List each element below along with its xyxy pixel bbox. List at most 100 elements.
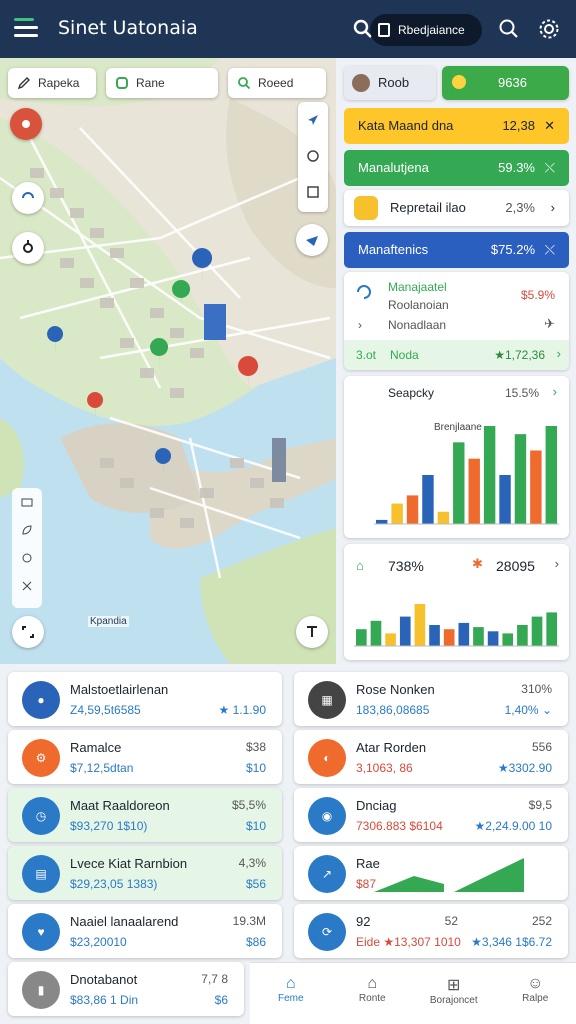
manage-footer-mid: Noda [390,348,419,362]
bar [487,631,499,646]
gauge-icon: ◐ [308,739,346,777]
tile-right-bottom: ★ 1.1.90 [218,703,266,717]
map-mode-button[interactable] [296,616,328,648]
tile-10[interactable]: ▮ Dnotabanot 7,7 8 $83,86 1 Din $6 [8,962,244,1016]
bar-chart-card-1: Seapcky 15.5% › Brenjlaane [344,376,569,538]
arrow-icon [306,236,318,246]
account-pill[interactable]: Rbedjaiance [370,14,482,46]
tile-9[interactable]: ⟳ 92 252 52 Eide ★13,307 1010 ★3,346 1$6.72 [294,904,568,958]
chevron-right-icon[interactable]: › [557,346,561,361]
home-icon: ⌂ [356,558,364,573]
camera-icon[interactable] [12,488,42,516]
nav-route[interactable]: ⌂ Ronte [332,963,414,1024]
bar [468,458,480,524]
direction-button[interactable] [296,224,328,256]
settings-icon[interactable] [538,18,560,40]
stat-row-2[interactable]: Manalutjena 59.3% ⤬ [344,150,569,186]
chip-roeed[interactable]: Roeed [228,68,326,98]
stat-value: 12,38 [502,118,535,133]
tile-subtitle: 7306.883 $6104 [356,819,443,833]
stat-label: Kata Maand dna [358,118,454,133]
chevron-right-icon[interactable]: › [358,318,362,332]
bar [545,426,557,524]
tile-7[interactable]: ↗ Rae $87 [294,846,568,900]
profile-chip[interactable]: Roob [344,66,436,100]
zoom-icon[interactable] [298,138,328,174]
stat-row-1[interactable]: Kata Maand dna 12,38 ✕ [344,108,569,144]
nav-projects[interactable]: ⊞ Borajoncet [413,963,495,1024]
tile-2[interactable]: ⚙ Ramalce $38 $7,12,5dtan $10 [8,730,282,784]
tile-0[interactable]: ● Malstoetlairlenan Z4,59,5t6585 ★ 1.1.90 [8,672,282,726]
search-icon-2[interactable] [498,18,520,40]
trend-icon: ↗ [308,855,346,893]
locate-button[interactable] [12,232,44,264]
shuffle-icon[interactable]: ⤬ [545,232,555,268]
tile-4[interactable]: ◷ Maat Raaldoreon $5,5% $93,270 1$10) $10 [8,788,282,842]
nav-home[interactable]: ⌂ Feme [250,963,332,1024]
tile-right-top: 4,3% [238,856,266,870]
shuffle-icon[interactable]: ⤬ [545,150,555,186]
bar [376,519,388,524]
avatar-icon: ● [22,681,60,719]
stat-row-3[interactable]: Repretail ilao 2,3% › [344,190,569,226]
tile-right-top: 310% [521,682,552,696]
chevron-right-icon[interactable]: › [555,556,559,571]
chip-rapeka[interactable]: Rapeka [8,68,96,98]
tile-8[interactable]: ♥ Naaiel lanaalarend 19.3M $23,20010 $86 [8,904,282,958]
chart2-right-value: 28095 [496,558,535,574]
compass-button[interactable] [12,182,44,214]
wallet-icon [378,23,390,37]
bar [453,442,465,524]
tile-right-bottom: $10 [245,761,266,775]
nav-label: Ralpe [522,993,549,1004]
tile-1[interactable]: ▦ Rose Nonken 310% 183,86,08685 1,40% ⌄ [294,672,568,726]
app-header: Sinet Uatonaia Rbedjaiance [0,0,576,58]
chip-rane[interactable]: Rane [106,68,218,98]
expand-icon[interactable] [12,572,42,600]
manage-card[interactable]: Manajaatel $5.9% Roolanoian › Nonadlaan … [344,272,569,370]
tile-title: Atar Rorden [356,740,427,755]
map-canvas[interactable] [0,58,336,664]
tile-subtitle: $23,20010 [70,935,127,949]
stat-row-4[interactable]: Manaftenics $75.2% ⤬ [344,232,569,268]
bar [443,629,455,646]
bottom-nav: ⌂ Feme ⌂ Ronte ⊞ Borajoncet ☺ Ralpe [250,962,576,1024]
tile-3[interactable]: ◐ Atar Rorden 556 3,1063, 86 ★3302.90 [294,730,568,784]
tile-title: Dnotabanot [70,972,138,987]
profile-value-chip[interactable]: 9636 [442,66,569,100]
tile-title: Naaiel lanaalarend [70,914,179,929]
nav-profile[interactable]: ☺ Ralpe [495,963,576,1024]
manage-footer-left: 3.ot [356,348,377,362]
map-place-label: Kpandia [88,616,129,627]
chevron-right-icon[interactable]: › [551,190,555,226]
chevron-right-icon[interactable]: › [553,384,557,399]
account-pill-label: Rbedjaiance [398,23,465,37]
bar [437,511,450,524]
map-panel[interactable]: Rapeka Rane Roeed Kpandia [0,58,336,664]
refresh-icon: ⟳ [308,913,346,951]
tile-subtitle: $7,12,5dtan [70,761,134,775]
chip-label: Roeed [258,76,294,90]
compass-icon [22,192,34,199]
drop-icon: ◉ [308,797,346,835]
bar [422,475,434,524]
tile-mid: 52 [444,914,458,928]
fullscreen-button[interactable] [12,616,44,648]
leaf-icon[interactable] [12,516,42,544]
tile-subtitle: 183,86,08685 [356,703,430,717]
stats-panel: Roob 9636 Kata Maand dna 12,38 ✕ Manalut… [338,58,576,664]
record-icon[interactable] [12,544,42,572]
fullscreen-icon [22,626,34,638]
chip-label: Rane [136,76,165,90]
location-pin-button[interactable] [10,108,42,140]
tile-5[interactable]: ◉ Dnciag $9,5 7306.883 $6104 ★2,24.9.00 10 [294,788,568,842]
photo-icon: ▦ [308,681,346,719]
close-icon[interactable]: ✕ [544,108,555,144]
settings-icon: ⚙ [22,739,60,777]
tile-title: Lvece Kiat Rarnbion [70,856,188,871]
tile-6[interactable]: ▤ Lvece Kiat Rarnbion 4,3% $29,23,05 1383) $… [8,846,282,900]
tile-right-bottom: $6 [214,993,228,1007]
menu-icon[interactable] [14,18,38,38]
navigate-icon[interactable] [298,102,328,138]
layers-icon[interactable] [298,174,328,210]
